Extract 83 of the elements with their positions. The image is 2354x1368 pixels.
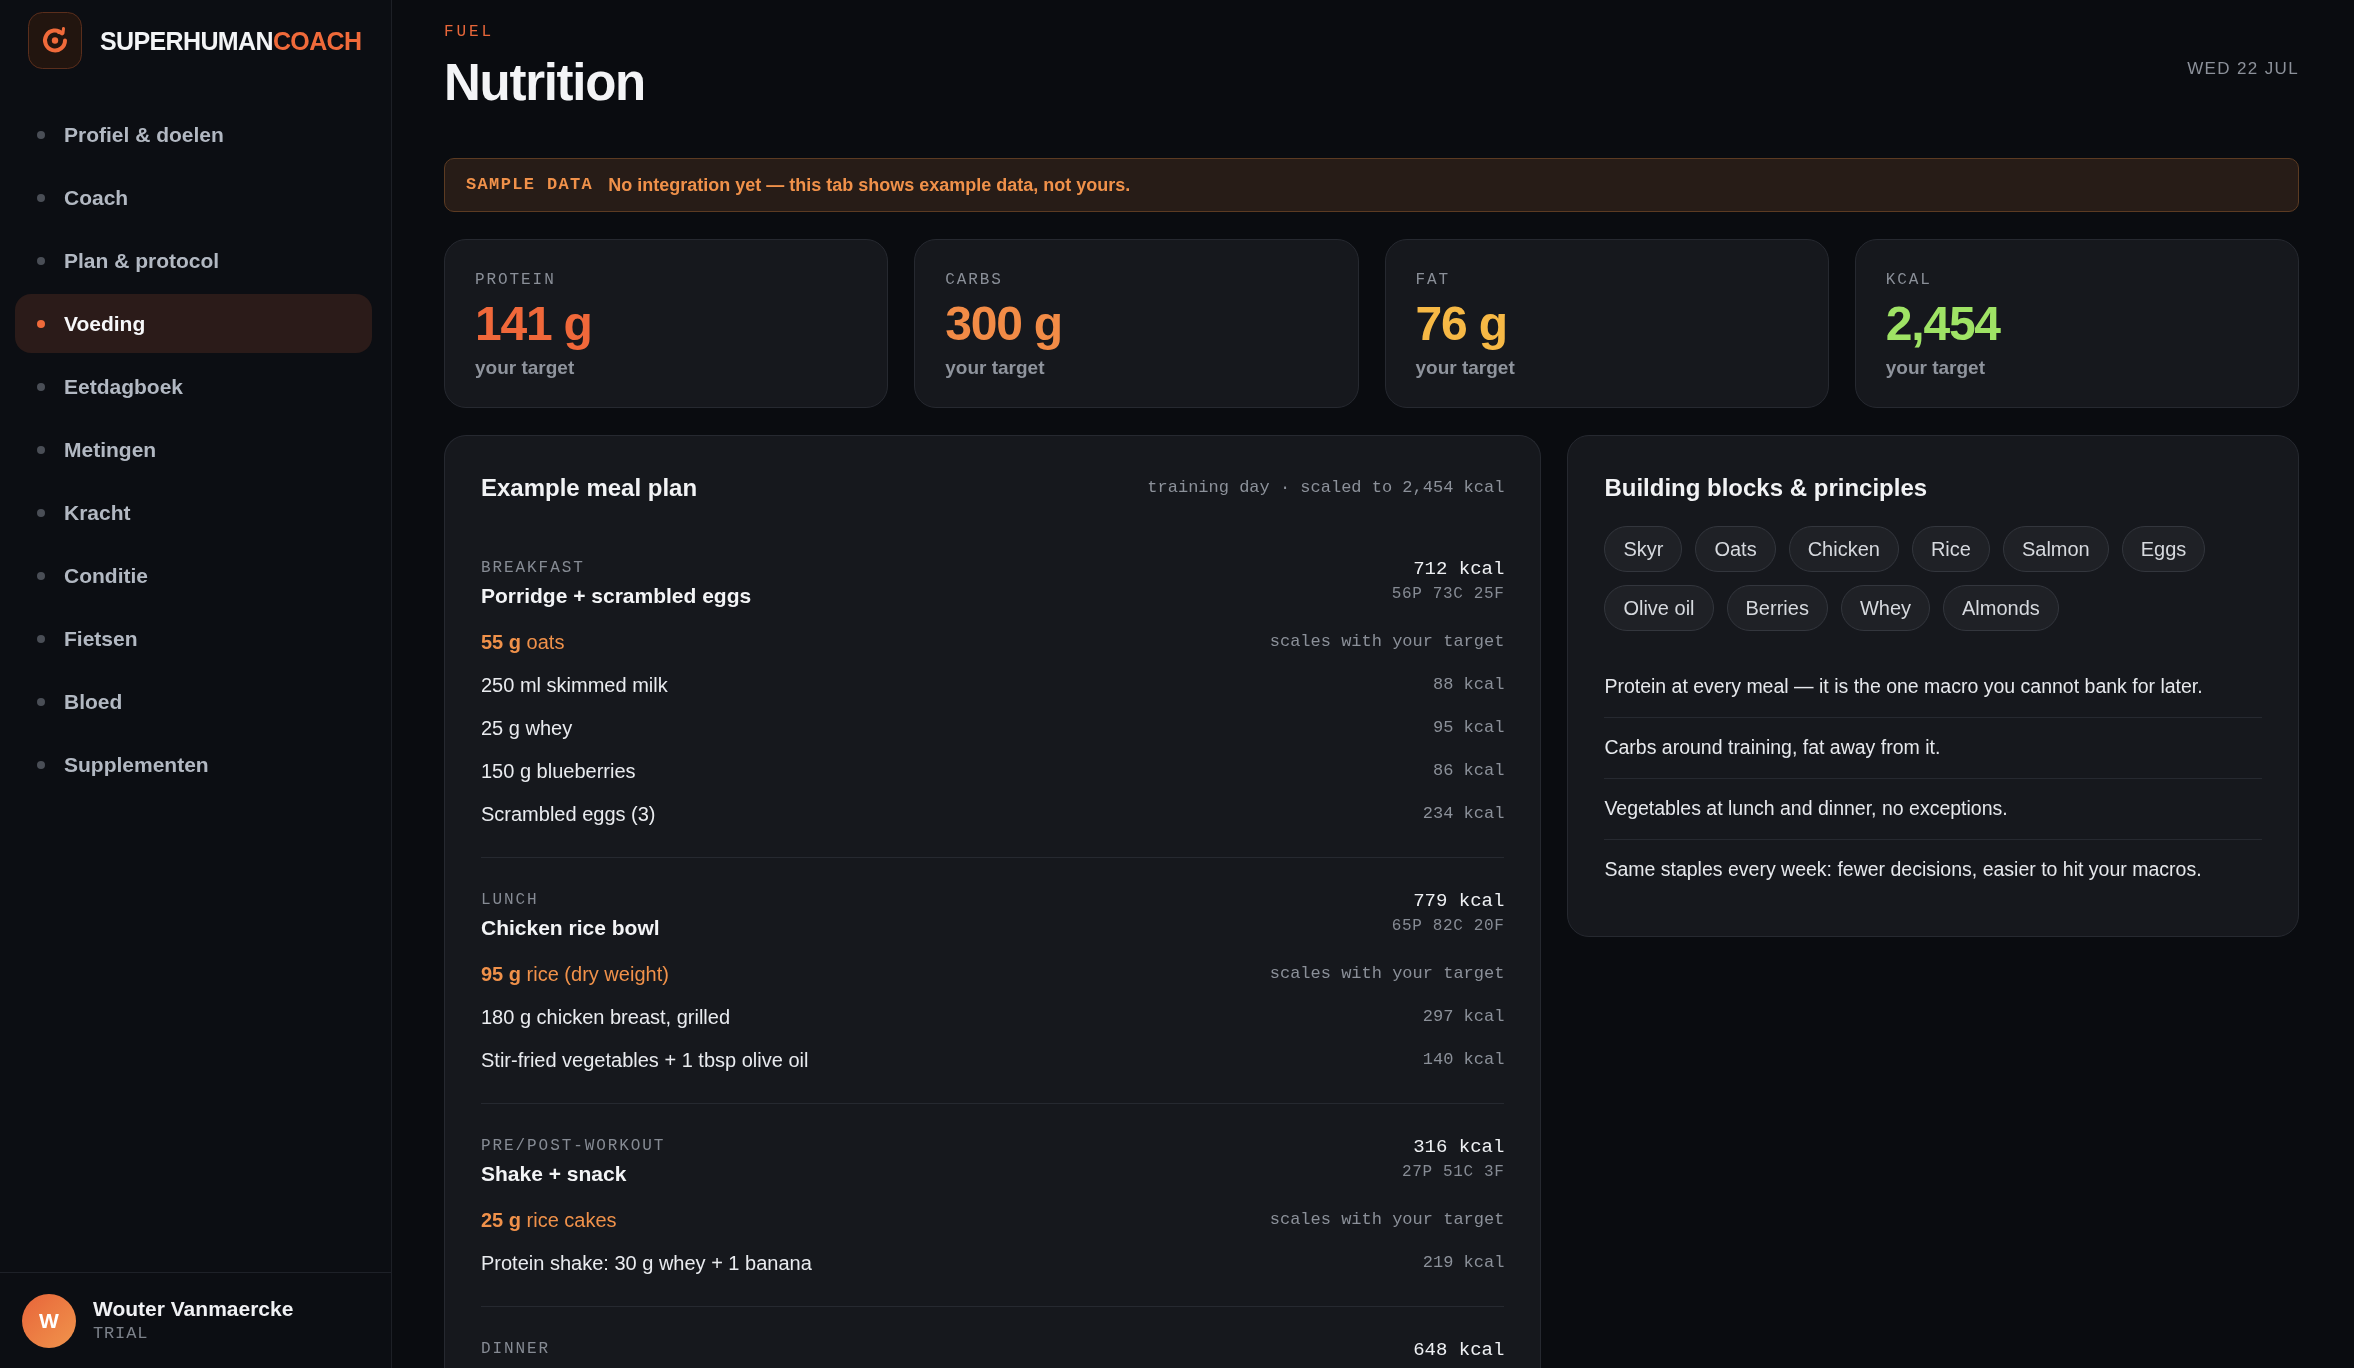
stat-value: 300 g	[945, 298, 1062, 350]
nav-item[interactable]: Fietsen	[15, 609, 372, 668]
nav-item[interactable]: Coach	[15, 168, 372, 227]
plan-label: TRIAL	[93, 1322, 150, 1345]
meal-macros: 27P 51C 3F	[1401, 1162, 1505, 1182]
meal-kcal: 316 kcal	[1413, 1136, 1505, 1158]
meal-item: 150 g blueberries	[481, 758, 636, 784]
nav-item[interactable]: Voeding	[15, 294, 372, 353]
stat-label: KCAL	[1885, 270, 1933, 290]
food-tag: Olive oil	[1604, 585, 1714, 631]
nav-item[interactable]: Supplementen	[15, 735, 372, 794]
date-label: WED 22 JUL	[2187, 58, 2299, 80]
scaling-note: scales with your target	[1269, 630, 1505, 653]
food-tag: Eggs	[2121, 526, 2206, 572]
nav-item[interactable]: Conditie	[15, 546, 372, 605]
food-tag: Oats	[1695, 526, 1776, 572]
avatar: W	[22, 1293, 76, 1348]
stat-value: 76 g	[1415, 298, 1507, 350]
nav-item[interactable]: Plan & protocol	[15, 231, 372, 290]
section-eyebrow: FUEL	[444, 22, 495, 42]
item-kcal: 140 kcal	[1422, 1048, 1505, 1071]
stat-label: CARBS	[945, 270, 1004, 290]
notice-message: No integration yet — this tab shows example data, not yours.	[608, 173, 1131, 197]
stat-value: 141 g	[475, 298, 592, 350]
meal-item: 95 g rice (dry weight)	[481, 961, 669, 987]
notice-label: SAMPLE DATA	[466, 174, 594, 197]
meal-name: Shake + snack	[481, 1161, 628, 1187]
item-kcal: 219 kcal	[1422, 1251, 1505, 1274]
food-tag: Salmon	[2002, 526, 2109, 572]
meal-macros: 65P 82C 20F	[1391, 916, 1505, 936]
principle-text: Same staples every week: fewer decisions, easier to hit your macros.	[1604, 857, 2202, 883]
item-kcal: 86 kcal	[1432, 759, 1505, 782]
meal-kcal: 712 kcal	[1413, 558, 1505, 580]
meal-name: Chicken rice bowl	[481, 915, 660, 941]
card-title: Example meal plan	[481, 473, 698, 503]
nav-item[interactable]: Eetdagboek	[15, 357, 372, 416]
page-title: Nutrition	[444, 54, 645, 112]
principle-text: Protein at every meal — it is the one macro you cannot bank for later.	[1604, 673, 2203, 699]
nav-item[interactable]: Kracht	[15, 483, 372, 542]
principle-text: Vegetables at lunch and dinner, no exceptions.	[1604, 796, 2008, 822]
food-tag: Chicken	[1788, 526, 1899, 572]
food-tag: Berries	[1726, 585, 1828, 631]
meal-item: 250 ml skimmed milk	[481, 672, 668, 698]
meal-kcal: 779 kcal	[1413, 890, 1505, 912]
meal-item: 25 g whey	[481, 715, 573, 741]
meal-item: 55 g oats	[481, 629, 565, 655]
user-name: Wouter Vanmaercke	[93, 1295, 294, 1322]
stat-caption: your target	[1885, 356, 1986, 380]
meal-name: Porridge + scrambled eggs	[481, 583, 752, 609]
food-tag: Whey	[1840, 585, 1930, 631]
meal-macros: 56P 73C 25F	[1391, 584, 1505, 604]
item-kcal: 95 kcal	[1432, 716, 1505, 739]
nav-item[interactable]: Profiel & doelen	[15, 105, 372, 164]
stat-value: 2,454	[1885, 298, 2000, 350]
scaling-note: scales with your target	[1269, 1208, 1505, 1231]
stat-caption: your target	[1415, 356, 1516, 380]
brand-name: SUPERHUMANCOACH	[100, 25, 362, 57]
meal-item: Protein shake: 30 g whey + 1 banana	[481, 1250, 812, 1276]
card-title: Building blocks & principles	[1604, 473, 1929, 503]
stat-caption: your target	[945, 356, 1046, 380]
food-tag: Skyr	[1604, 526, 1683, 572]
meal-label: PRE/POST-WORKOUT	[481, 1136, 666, 1156]
item-kcal: 234 kcal	[1422, 802, 1505, 825]
scaling-note: scales with your target	[1269, 962, 1505, 985]
item-kcal: 297 kcal	[1422, 1005, 1505, 1028]
meal-item: 180 g chicken breast, grilled	[481, 1004, 731, 1030]
stat-label: PROTEIN	[475, 270, 557, 290]
meal-item: Stir-fried vegetables + 1 tbsp olive oil	[481, 1047, 809, 1073]
meal-item: 25 g rice cakes	[481, 1207, 617, 1233]
meal-kcal: 648 kcal	[1413, 1339, 1505, 1361]
plan-meta: training day · scaled to 2,454 kcal	[1147, 477, 1505, 500]
principle-text: Carbs around training, fat away from it.	[1604, 735, 1941, 761]
nav-item[interactable]: Bloed	[15, 672, 372, 731]
food-tag: Almonds	[1943, 585, 2059, 631]
stat-label: FAT	[1415, 270, 1452, 290]
meal-label: DINNER	[481, 1339, 551, 1359]
item-kcal: 88 kcal	[1432, 673, 1505, 696]
meal-label: LUNCH	[481, 890, 540, 910]
stat-caption: your target	[475, 356, 576, 380]
meal-item: Scrambled eggs (3)	[481, 801, 656, 827]
nav-item[interactable]: Metingen	[15, 420, 372, 479]
meal-label: BREAKFAST	[481, 558, 586, 578]
food-tag: Rice	[1911, 526, 1990, 572]
